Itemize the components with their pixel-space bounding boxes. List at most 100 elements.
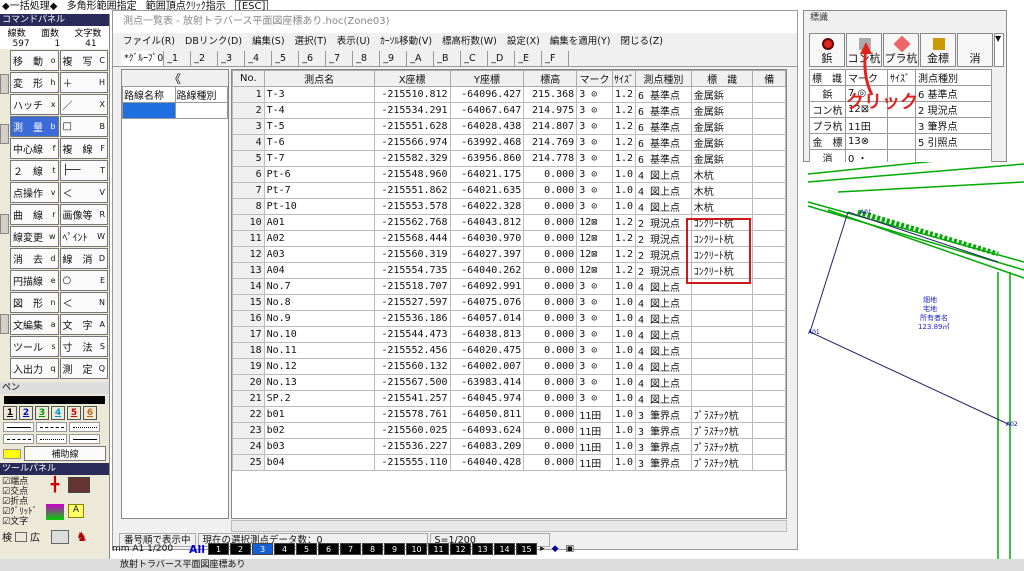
- table-cell[interactable]: -215582.329: [373, 150, 451, 167]
- table-cell[interactable]: -64021.635: [449, 182, 525, 199]
- table-cell[interactable]: T-4: [263, 102, 375, 119]
- table-cell[interactable]: 214.807: [523, 118, 578, 135]
- table-cell[interactable]: 4: [232, 134, 265, 151]
- table-cell[interactable]: [690, 342, 754, 359]
- table-cell[interactable]: -215541.257: [373, 390, 451, 407]
- command-button[interactable]: 消 去d: [10, 248, 59, 269]
- command-button[interactable]: 寸 法S: [59, 336, 108, 357]
- table-cell[interactable]: Pt-10: [263, 198, 375, 215]
- table-cell[interactable]: 3 ⊙: [576, 326, 613, 343]
- checkbox[interactable]: [15, 531, 27, 542]
- table-cell[interactable]: -215568.444: [373, 230, 451, 247]
- table-cell[interactable]: 2 現況点: [635, 230, 692, 247]
- table-cell[interactable]: 3: [232, 118, 265, 135]
- table-row[interactable]: 20 No.13 -215567.500 -63983.414 0.000 3 ⊙ 1.0 4…: [232, 374, 786, 391]
- table-cell[interactable]: 11田: [576, 406, 613, 423]
- table-cell[interactable]: [752, 86, 786, 103]
- table-cell[interactable]: -215560.132: [373, 358, 451, 375]
- command-button[interactable]: 測 量b: [10, 116, 59, 137]
- drawing-canvas[interactable]: A01 A02 A01 畑地 宅地 所有者名 123.89㎡: [798, 162, 1024, 559]
- table-cell[interactable]: No.9: [263, 310, 375, 327]
- table-cell[interactable]: 16: [232, 310, 265, 327]
- table-cell[interactable]: 2 現況点: [635, 214, 692, 231]
- table-cell[interactable]: 1.0: [611, 278, 637, 295]
- column-header[interactable]: X座標: [373, 70, 451, 87]
- page-button[interactable]: 3: [252, 543, 274, 555]
- horizontal-scrollbar[interactable]: [231, 520, 787, 532]
- table-cell[interactable]: -64040.428: [449, 454, 525, 471]
- route-row[interactable]: [174, 102, 228, 119]
- table-cell[interactable]: 3 ⊙: [576, 134, 613, 151]
- table-cell[interactable]: -64075.076: [449, 294, 525, 311]
- command-button[interactable]: 文編集 a: [10, 314, 59, 335]
- table-cell[interactable]: 1.2: [611, 118, 637, 135]
- pen-button[interactable]: 4: [51, 406, 65, 420]
- table-cell[interactable]: 0.000: [523, 166, 578, 183]
- table-cell[interactable]: [752, 134, 786, 151]
- table-cell[interactable]: -215560.319: [373, 246, 451, 263]
- command-button[interactable]: 点操作 v: [10, 182, 59, 203]
- table-cell[interactable]: 1.0: [611, 358, 637, 375]
- table-cell[interactable]: -64043.812: [449, 214, 525, 231]
- table-cell[interactable]: -64067.647: [449, 102, 525, 119]
- table-cell[interactable]: [690, 390, 754, 407]
- table-cell[interactable]: 4 図上点: [635, 390, 692, 407]
- page-button[interactable]: 10: [406, 543, 428, 555]
- table-cell[interactable]: ﾌﾟﾗｽﾁｯｸ杭: [690, 406, 754, 423]
- table-cell[interactable]: 3 ⊙: [576, 358, 613, 375]
- taskbar-item[interactable]: 放射トラバース平面図座標あり: [120, 560, 245, 570]
- table-cell[interactable]: -64045.974: [449, 390, 525, 407]
- table-cell[interactable]: 4 図上点: [635, 310, 692, 327]
- table-cell[interactable]: [690, 358, 754, 375]
- marker-cell[interactable]: 11田: [845, 117, 888, 134]
- page-button[interactable]: 4: [274, 543, 296, 555]
- table-cell[interactable]: [752, 262, 786, 279]
- table-cell[interactable]: 214.778: [523, 150, 578, 167]
- page-button[interactable]: 6: [318, 543, 340, 555]
- group-tab[interactable]: _4: [245, 51, 273, 66]
- table-cell[interactable]: [752, 294, 786, 311]
- table-cell[interactable]: -64038.813: [449, 326, 525, 343]
- table-cell[interactable]: 13: [232, 262, 265, 279]
- table-cell[interactable]: 金属鋲: [690, 134, 754, 151]
- column-header[interactable]: 備: [752, 70, 786, 87]
- table-cell[interactable]: [752, 118, 786, 135]
- table-cell[interactable]: 1.2: [611, 262, 637, 279]
- command-button[interactable]: ２ 線t: [10, 160, 59, 181]
- table-cell[interactable]: Pt-6: [263, 166, 375, 183]
- command-button[interactable]: 円描線 e: [10, 270, 59, 291]
- table-cell[interactable]: -215536.227: [373, 438, 451, 455]
- group-tab[interactable]: _D: [488, 51, 516, 66]
- table-cell[interactable]: 2 現況点: [635, 262, 692, 279]
- table-cell[interactable]: 1.0: [611, 374, 637, 391]
- group-tab[interactable]: _2: [191, 51, 219, 66]
- table-cell[interactable]: 17: [232, 326, 265, 343]
- table-cell[interactable]: 0.000: [523, 390, 578, 407]
- marker-cell[interactable]: 3 筆界点: [915, 117, 992, 134]
- column-header[interactable]: 標高: [523, 70, 578, 87]
- command-button[interactable]: 複 線F: [59, 138, 108, 159]
- table-cell[interactable]: A04: [263, 262, 375, 279]
- table-cell[interactable]: 0.000: [523, 374, 578, 391]
- table-cell[interactable]: 3 ⊙: [576, 278, 613, 295]
- pen-button[interactable]: 3: [35, 406, 49, 420]
- table-cell[interactable]: 3 ⊙: [576, 166, 613, 183]
- table-cell[interactable]: 4 図上点: [635, 342, 692, 359]
- group-tab[interactable]: _F: [542, 51, 570, 66]
- table-cell[interactable]: Pt-7: [263, 182, 375, 199]
- pen-button[interactable]: 2: [19, 406, 33, 420]
- marker-cell[interactable]: 5 引照点: [915, 133, 992, 150]
- group-tab[interactable]: *ｸﾞﾙｰﾌﾟ0: [121, 51, 165, 66]
- page-button[interactable]: 1: [208, 543, 230, 555]
- table-cell[interactable]: 1.0: [611, 438, 637, 455]
- table-row[interactable]: 25 b04 -215555.110 -64040.428 0.000 11田 1.0 3 筆…: [232, 454, 786, 471]
- table-cell[interactable]: No.13: [263, 374, 375, 391]
- menu-item[interactable]: 閉じる(Z): [621, 33, 663, 51]
- page-button[interactable]: 7: [340, 543, 362, 555]
- figure-icon[interactable]: ♞: [76, 530, 94, 545]
- table-cell[interactable]: 18: [232, 342, 265, 359]
- command-button[interactable]: 曲 線r: [10, 204, 59, 225]
- command-button[interactable]: 画像等 R: [59, 204, 108, 225]
- table-cell[interactable]: 木杭: [690, 198, 754, 215]
- crosshair-icon[interactable]: ╋: [46, 477, 64, 493]
